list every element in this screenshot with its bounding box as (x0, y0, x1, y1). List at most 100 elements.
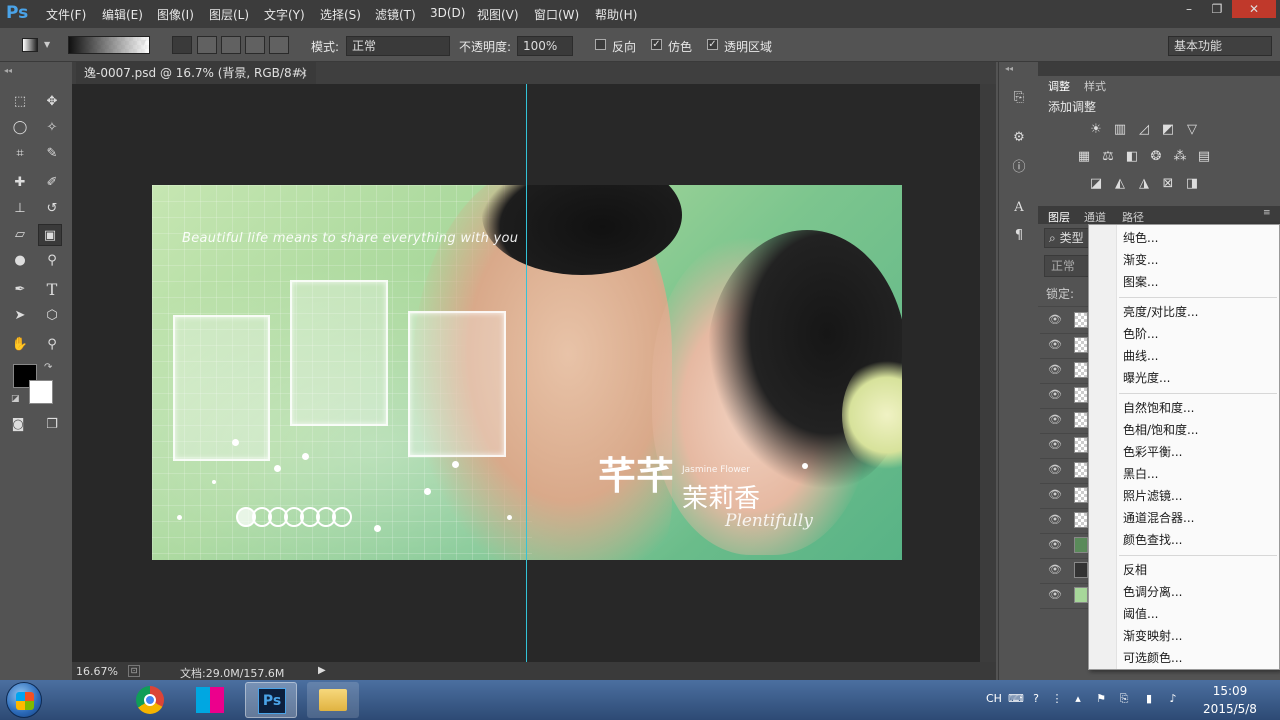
gradient-dropdown-icon[interactable]: ▼ (140, 38, 146, 47)
color-balance-icon[interactable]: ⚖ (1096, 146, 1120, 168)
menu-help[interactable]: 帮助(H) (595, 6, 637, 23)
menu-item-color-lookup[interactable]: 颜色查找... (1123, 531, 1182, 549)
path-select-icon[interactable]: ➤ (8, 305, 32, 327)
posterize-icon[interactable]: ◭ (1108, 173, 1132, 195)
menu-item-curves[interactable]: 曲线... (1123, 347, 1158, 365)
collapse-arrows-icon[interactable]: ◂◂ (1005, 64, 1013, 73)
threshold-icon[interactable]: ◮ (1132, 173, 1156, 195)
menu-item-vibrance[interactable]: 自然饱和度... (1123, 399, 1194, 417)
eye-icon[interactable]: 👁 (1048, 414, 1062, 425)
menu-view[interactable]: 视图(V) (477, 6, 519, 23)
menu-image[interactable]: 图像(I) (157, 6, 194, 23)
quick-mask-icon[interactable]: ◙ (6, 414, 30, 436)
eye-icon[interactable]: 👁 (1048, 339, 1062, 350)
eye-icon[interactable]: 👁 (1048, 489, 1062, 500)
vibrance-icon[interactable]: ▽ (1180, 119, 1204, 141)
menu-item-photo-filter[interactable]: 照片滤镜... (1123, 487, 1182, 505)
reverse-checkbox[interactable] (595, 39, 606, 50)
help-icon[interactable]: ? (1029, 692, 1043, 706)
radial-gradient-button[interactable] (197, 36, 217, 54)
menu-item-hue-saturation[interactable]: 色相/饱和度... (1123, 421, 1199, 439)
properties-panel-icon[interactable]: ⚙ (1007, 127, 1031, 149)
menu-item-channel-mixer[interactable]: 通道混合器... (1123, 509, 1194, 527)
taskbar-chrome[interactable] (124, 682, 176, 718)
pen-icon[interactable]: ✒ (8, 279, 32, 301)
zoom-icon[interactable]: ⚲ (40, 334, 64, 356)
clock-date[interactable]: 2015/5/8 (1194, 702, 1266, 716)
menu-filter[interactable]: 滤镜(T) (375, 6, 416, 23)
menu-window[interactable]: 窗口(W) (534, 6, 579, 23)
eye-icon[interactable]: 👁 (1048, 389, 1062, 400)
gradient-picker[interactable] (68, 36, 150, 54)
menu-edit[interactable]: 编辑(E) (102, 6, 143, 23)
opacity-input[interactable]: 100% (517, 36, 573, 56)
menu-type[interactable]: 文字(Y) (264, 6, 305, 23)
default-colors-icon[interactable]: ◪ (11, 394, 20, 404)
layer-row[interactable]: 👁 (1040, 359, 1088, 384)
brightness-icon[interactable]: ☀ (1084, 119, 1108, 141)
menu-item-gradient[interactable]: 渐变... (1123, 251, 1158, 269)
screen-mode-icon[interactable]: ❐ (40, 414, 64, 436)
tray-language[interactable]: CH (986, 692, 1002, 705)
marquee-icon[interactable]: ⬚ (8, 91, 32, 113)
minimize-button[interactable]: – (1175, 0, 1203, 18)
menu-item-black-white[interactable]: 黑白... (1123, 465, 1158, 483)
menu-item-exposure[interactable]: 曝光度... (1123, 369, 1170, 387)
tab-adjustments[interactable]: 调整 (1048, 78, 1070, 94)
eye-icon[interactable]: 👁 (1048, 589, 1062, 600)
eye-icon[interactable]: 👁 (1048, 314, 1062, 325)
eyedropper-icon[interactable]: ✎ (40, 143, 64, 165)
blur-icon[interactable]: ● (8, 250, 32, 272)
magic-wand-icon[interactable]: ✧ (40, 117, 64, 139)
channel-mixer-icon[interactable]: ⁂ (1168, 146, 1192, 168)
layer-row[interactable]: 👁 (1040, 584, 1088, 609)
vertical-scrollbar[interactable] (980, 84, 996, 662)
menu-item-threshold[interactable]: 阈值... (1123, 605, 1158, 623)
layer-row[interactable]: 👁 (1040, 484, 1088, 509)
guide-line[interactable] (526, 84, 527, 662)
menu-layer[interactable]: 图层(L) (209, 6, 249, 23)
mode-select[interactable]: 正常 (346, 36, 450, 56)
color-lookup-icon[interactable]: ▤ (1192, 146, 1216, 168)
layer-row[interactable]: 👁 (1040, 534, 1088, 559)
layer-row[interactable]: 👁 (1040, 384, 1088, 409)
layer-row[interactable]: 👁 (1040, 434, 1088, 459)
taskbar-app[interactable] (184, 682, 236, 718)
start-button[interactable] (6, 682, 42, 718)
reflected-gradient-button[interactable] (245, 36, 265, 54)
info-panel-icon[interactable]: ⓘ (1007, 157, 1031, 179)
layer-row[interactable]: 👁 (1040, 409, 1088, 434)
levels-icon[interactable]: ▥ (1108, 119, 1132, 141)
gradient-map-icon[interactable]: ⊠ (1156, 173, 1180, 195)
angle-gradient-button[interactable] (221, 36, 241, 54)
menu-select[interactable]: 选择(S) (320, 6, 361, 23)
show-hidden-icon[interactable]: ▴ (1071, 692, 1085, 706)
crop-icon[interactable]: ⌗ (8, 143, 32, 165)
layer-row[interactable]: 👁 (1040, 559, 1088, 584)
eye-icon[interactable]: 👁 (1048, 464, 1062, 475)
curves-icon[interactable]: ◿ (1132, 119, 1156, 141)
tab-close-icon[interactable]: × (298, 62, 308, 84)
menu-3d[interactable]: 3D(D) (430, 6, 465, 20)
gradient-tool-icon[interactable] (22, 38, 38, 52)
eye-icon[interactable]: 👁 (1048, 364, 1062, 375)
healing-icon[interactable]: ✚ (8, 172, 32, 194)
layer-row[interactable]: 👁 (1040, 459, 1088, 484)
dodge-icon[interactable]: ⚲ (40, 250, 64, 272)
clipboard-icon[interactable]: ⎘ (1117, 692, 1131, 706)
tool-preset-arrow-icon[interactable]: ▼ (44, 40, 50, 49)
move-icon[interactable]: ✥ (40, 91, 64, 113)
security-icon[interactable]: ⚑ (1094, 692, 1108, 706)
menu-item-invert[interactable]: 反相 (1123, 561, 1147, 579)
layer-row[interactable]: 👁 (1040, 509, 1088, 534)
menu-item-selective-color[interactable]: 可选颜色... (1123, 649, 1182, 667)
document-tab[interactable]: 逸-0007.psd @ 16.7% (背景, RGB/8#) * × (76, 62, 316, 102)
network-icon[interactable]: ▮ (1142, 692, 1156, 706)
document-image[interactable]: Beautiful life means to share everything… (152, 185, 902, 560)
lasso-icon[interactable]: ◯ (8, 117, 32, 139)
character-panel-icon[interactable]: A (1007, 197, 1031, 219)
status-icon[interactable]: ⊡ (128, 665, 140, 677)
stamp-icon[interactable]: ⊥ (8, 198, 32, 220)
selective-color-icon[interactable]: ◨ (1180, 173, 1204, 195)
history-panel-icon[interactable]: ⎘ (1007, 87, 1031, 109)
